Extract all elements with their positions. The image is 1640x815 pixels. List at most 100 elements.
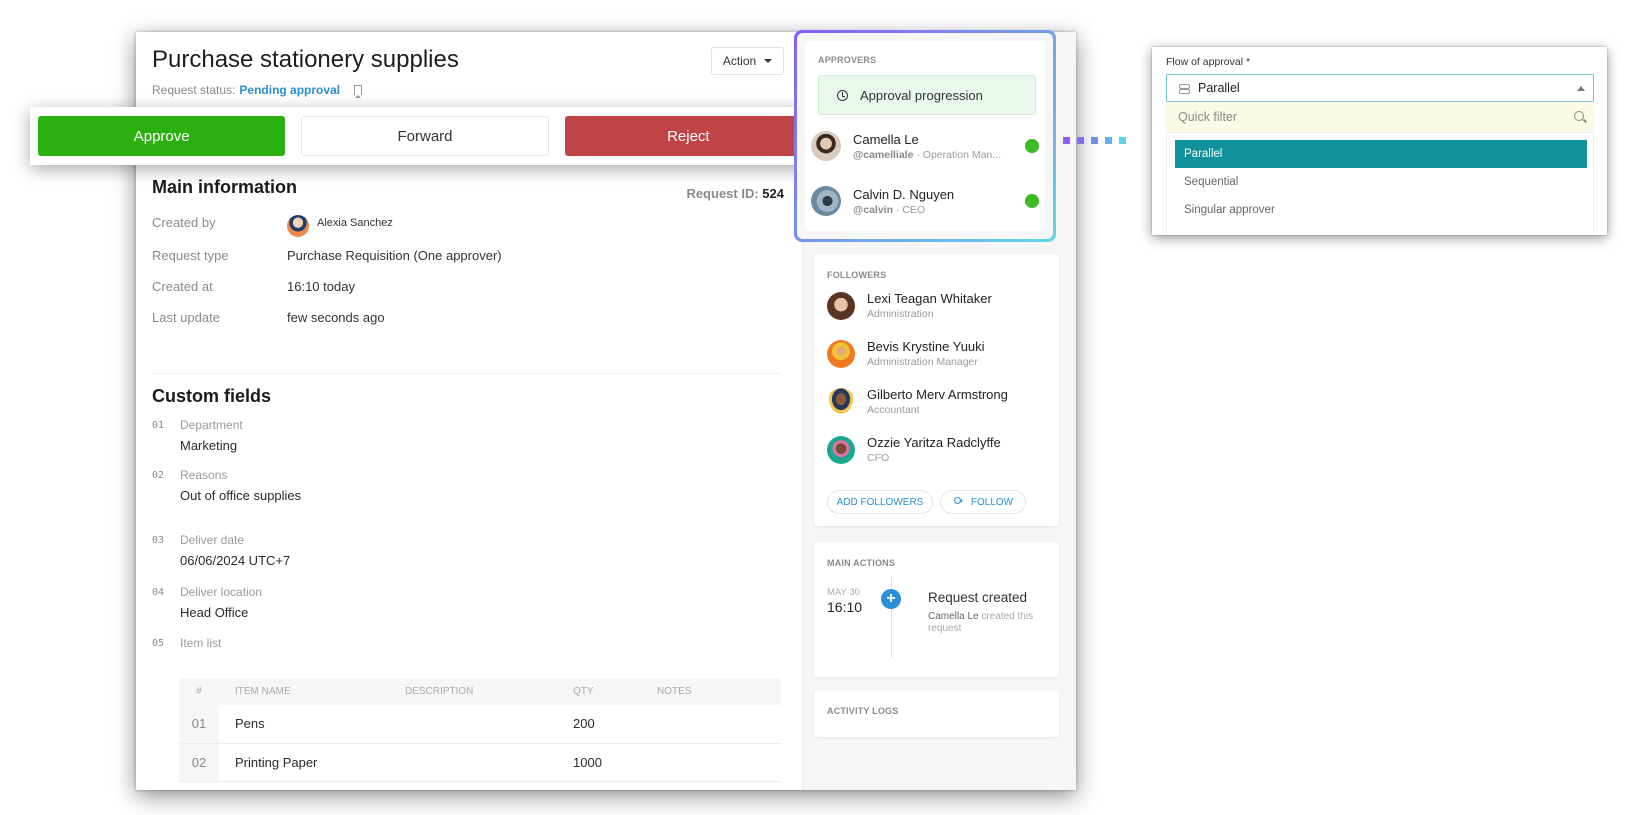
action-dropdown-button[interactable]: Action — [711, 47, 784, 75]
approve-button[interactable]: Approve — [38, 116, 286, 156]
approval-progression-label: Approval progression — [860, 87, 983, 103]
info-row-request-type: Request type Purchase Requisition (One a… — [152, 248, 502, 263]
field-label: Reasons — [180, 468, 228, 482]
connector-dot — [1077, 137, 1084, 144]
field-label: Item list — [180, 636, 222, 650]
info-label: Created by — [152, 215, 216, 230]
flow-of-approval-panel: Flow of approval * Parallel Parallel Seq… — [1152, 47, 1607, 235]
main-actions-title: MAIN ACTIONS — [827, 558, 896, 568]
approvers-title: APPROVERS — [818, 55, 877, 65]
follow-button[interactable]: FOLLOW — [940, 490, 1026, 514]
avatar — [827, 339, 855, 368]
info-label: Last update — [152, 310, 220, 325]
approver-item[interactable]: Camella Le @camelliale · Operation Man..… — [811, 131, 1039, 161]
field-label: Deliver date — [180, 533, 245, 547]
info-value: few seconds ago — [287, 310, 385, 325]
option-sequential[interactable]: Sequential — [1175, 168, 1587, 196]
follower-name: Ozzie Yaritza Radclyffe — [867, 435, 1001, 450]
item-description — [389, 705, 557, 744]
flow-of-approval-select[interactable]: Parallel — [1166, 74, 1594, 102]
followers-card: FOLLOWERS Lexi Teagan Whitaker Administra… — [814, 254, 1059, 526]
option-singular-approver[interactable]: Singular approver — [1175, 196, 1587, 224]
field-value: Out of office supplies — [180, 488, 302, 503]
column-header-notes: NOTES — [641, 678, 781, 705]
column-header-description: DESCRIPTION — [389, 678, 557, 705]
connector-dot — [1105, 137, 1112, 144]
add-followers-label: ADD FOLLOWERS — [836, 496, 924, 508]
reject-button[interactable]: Reject — [564, 116, 812, 156]
forward-button[interactable]: Forward — [301, 116, 549, 156]
approved-status-dot — [1025, 139, 1039, 153]
follower-name: Bevis Krystine Yuuki — [867, 339, 985, 354]
clock-icon — [837, 89, 848, 101]
user-plus-icon — [953, 496, 965, 507]
field-number: 03 — [152, 535, 165, 546]
follower-item[interactable]: Lexi Teagan Whitaker Administration — [827, 291, 992, 320]
info-value: Purchase Requisition (One approver) — [287, 248, 502, 263]
connector-dot — [1119, 137, 1126, 144]
main-actions-card: MAIN ACTIONS MAY 30 16:10 + Request crea… — [814, 542, 1059, 677]
avatar — [827, 435, 855, 464]
follower-item[interactable]: Ozzie Yaritza Radclyffe CFO — [827, 435, 1001, 464]
item-qty: 1000 — [557, 743, 641, 782]
table-row: 01 Pens 200 — [179, 705, 781, 744]
follower-name: Gilberto Merv Armstrong — [867, 387, 1008, 402]
page-title: Purchase stationery supplies — [152, 46, 459, 73]
add-followers-button[interactable]: ADD FOLLOWERS — [827, 490, 933, 514]
field-value: 06/06/2024 UTC+7 — [180, 553, 291, 568]
quick-filter-input[interactable] — [1178, 110, 1558, 124]
custom-field-department: 01 Department Marketing — [152, 418, 243, 453]
table-header-row: # ITEM NAME DESCRIPTION QTY NOTES — [179, 678, 781, 705]
follower-item[interactable]: Gilberto Merv Armstrong Accountant — [827, 387, 1008, 416]
event-date: MAY 30 — [827, 587, 860, 598]
item-notes — [641, 743, 781, 782]
connector-dot — [1091, 137, 1098, 144]
request-id-label: Request ID: — [686, 186, 759, 201]
approval-action-bar: Approve Forward Reject — [30, 107, 820, 165]
follower-name: Lexi Teagan Whitaker — [867, 291, 992, 306]
follower-role: Administration — [867, 308, 934, 320]
custom-fields-title: Custom fields — [152, 386, 272, 406]
info-row-last-update: Last update few seconds ago — [152, 310, 385, 325]
request-id: Request ID: 524 — [686, 186, 784, 201]
approver-handle: @calvin — [853, 203, 894, 216]
follower-role: Accountant — [867, 404, 920, 416]
request-status: Request status: Pending approval — [152, 83, 363, 98]
item-description — [389, 743, 557, 782]
request-id-value: 524 — [762, 186, 784, 201]
activity-logs-card[interactable]: ACTIVITY LOGS — [814, 690, 1059, 737]
field-value: Marketing — [180, 438, 238, 453]
approval-progression-button[interactable]: Approval progression — [818, 75, 1036, 115]
avatar — [827, 291, 855, 320]
approver-handle: @camelliale — [853, 148, 914, 161]
field-label: Deliver location — [180, 585, 263, 599]
activity-logs-title: ACTIVITY LOGS — [827, 706, 899, 716]
info-row-created-by: Created by Alexia Sanchez — [152, 215, 393, 237]
info-value: 16:10 today — [287, 279, 355, 294]
field-label: Department — [180, 418, 243, 432]
stack-icon — [1179, 83, 1190, 94]
custom-field-deliver-date: 03 Deliver date 06/06/2024 UTC+7 — [152, 533, 290, 568]
field-value: Head Office — [180, 605, 249, 620]
row-number: 01 — [179, 705, 219, 744]
avatar — [811, 186, 841, 216]
avatar[interactable] — [287, 215, 309, 237]
approver-item[interactable]: Calvin D. Nguyen @calvin · CEO — [811, 186, 1039, 216]
approver-role: CEO — [902, 203, 926, 216]
selected-value: Parallel — [1198, 81, 1240, 95]
follower-role: Administration Manager — [867, 356, 978, 368]
follower-item[interactable]: Bevis Krystine Yuuki Administration Manag… — [827, 339, 985, 368]
quick-filter — [1166, 102, 1594, 133]
bookmark-icon[interactable] — [354, 85, 363, 98]
event-actor[interactable]: Camella Le — [928, 611, 979, 622]
status-label: Request status: — [152, 83, 236, 97]
custom-field-item-list: 05 Item list — [152, 636, 221, 650]
chevron-up-icon — [1577, 86, 1585, 91]
main-information-title: Main information — [152, 177, 297, 197]
option-parallel[interactable]: Parallel — [1175, 140, 1587, 168]
status-badge[interactable]: Pending approval — [239, 83, 340, 97]
column-header-number: # — [179, 678, 219, 705]
table-row: 02 Printing Paper 1000 — [179, 743, 781, 782]
creator-name[interactable]: Alexia Sanchez — [317, 217, 393, 229]
event-title: Request created — [928, 590, 1028, 605]
